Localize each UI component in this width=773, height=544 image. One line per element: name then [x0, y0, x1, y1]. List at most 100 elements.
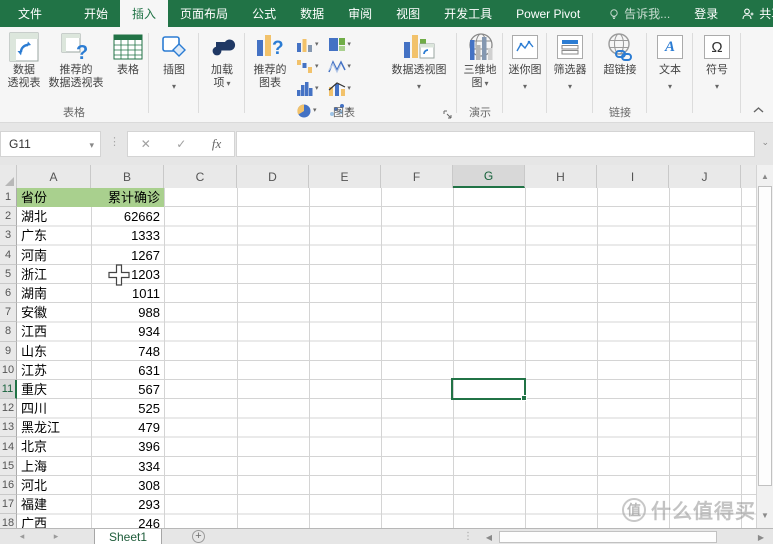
row-header[interactable]: 10: [0, 361, 17, 380]
row-header[interactable]: 15: [0, 457, 17, 476]
cell-a16[interactable]: 河北: [17, 476, 91, 495]
cell-a10[interactable]: 江苏: [17, 361, 91, 380]
collapse-ribbon-button[interactable]: [753, 106, 765, 116]
cell-b6[interactable]: 1011: [91, 284, 164, 303]
sheet-grid[interactable]: 1省份累计确诊 2湖北62662 3广东1333 4河南1267 5浙江1203…: [0, 188, 756, 528]
cell-a4[interactable]: 河南: [17, 246, 91, 265]
row-header[interactable]: 7: [0, 303, 17, 322]
enter-icon[interactable]: [176, 137, 186, 151]
tab-page-layout[interactable]: 页面布局: [168, 0, 240, 27]
row-header[interactable]: 5: [0, 265, 17, 284]
cell-b12[interactable]: 525: [91, 399, 164, 418]
sign-in-button[interactable]: 登录: [682, 0, 730, 27]
cancel-icon[interactable]: [141, 137, 151, 151]
name-box[interactable]: G11: [0, 131, 101, 157]
cell-a8[interactable]: 江西: [17, 322, 91, 341]
cell-a1[interactable]: 省份: [17, 188, 91, 207]
scroll-up-icon[interactable]: [757, 167, 773, 185]
cell-b10[interactable]: 631: [91, 361, 164, 380]
cell-b8[interactable]: 934: [91, 322, 164, 341]
row-header[interactable]: 4: [0, 246, 17, 265]
tab-file[interactable]: 文件: [2, 0, 58, 27]
cell-a12[interactable]: 四川: [17, 399, 91, 418]
scroll-right-icon[interactable]: [753, 531, 769, 544]
column-header-partial[interactable]: [741, 165, 756, 188]
tab-formulas[interactable]: 公式: [240, 0, 288, 27]
new-sheet-button[interactable]: [192, 530, 205, 543]
cell-a15[interactable]: 上海: [17, 457, 91, 476]
fill-handle[interactable]: [521, 395, 527, 401]
cell-b15[interactable]: 334: [91, 457, 164, 476]
pivotchart-button[interactable]: 数据透视图: [384, 30, 454, 92]
cell-b14[interactable]: 396: [91, 437, 164, 456]
insert-line-chart-button[interactable]: [328, 55, 357, 77]
row-header[interactable]: 16: [0, 476, 17, 495]
insert-function-icon[interactable]: [212, 136, 221, 152]
cell-a2[interactable]: 湖北: [17, 207, 91, 226]
recommended-charts-button[interactable]: ? 推荐的 图表: [246, 30, 294, 90]
row-header[interactable]: 12: [0, 399, 17, 418]
hscroll-drag-handle[interactable]: [463, 531, 473, 542]
row-header-selected[interactable]: 11: [0, 380, 17, 399]
column-header-e[interactable]: E: [309, 165, 381, 188]
share-button[interactable]: 共享: [730, 0, 773, 27]
insert-waterfall-chart-button[interactable]: [296, 55, 325, 77]
addins-button[interactable]: 加载 项: [202, 30, 242, 90]
vertical-scroll-thumb[interactable]: [758, 186, 772, 486]
column-header-j[interactable]: J: [669, 165, 741, 188]
tab-data[interactable]: 数据: [288, 0, 336, 27]
select-all-button[interactable]: [0, 165, 17, 188]
row-header[interactable]: 6: [0, 284, 17, 303]
cell-a5[interactable]: 浙江: [17, 265, 91, 284]
cell-b7[interactable]: 988: [91, 303, 164, 322]
tab-home[interactable]: 开始: [72, 0, 120, 27]
column-header-h[interactable]: H: [525, 165, 597, 188]
symbols-button[interactable]: 符号: [698, 30, 736, 92]
tab-power-pivot[interactable]: Power Pivot: [504, 0, 592, 27]
row-header[interactable]: 18: [0, 514, 17, 528]
cell-b9[interactable]: 748: [91, 342, 164, 361]
cell-b4[interactable]: 1267: [91, 246, 164, 265]
slicer-button[interactable]: 筛选器: [550, 30, 590, 92]
row-header[interactable]: 14: [0, 437, 17, 456]
insert-combo-chart-button[interactable]: [328, 77, 357, 99]
hyperlink-button[interactable]: 超链接: [598, 30, 642, 77]
column-header-g[interactable]: G: [453, 165, 525, 188]
insert-hierarchy-chart-button[interactable]: [328, 33, 357, 55]
pivottable-button[interactable]: 数据 透视表: [2, 30, 46, 90]
column-header-i[interactable]: I: [597, 165, 669, 188]
row-header[interactable]: 8: [0, 322, 17, 341]
cell-a6[interactable]: 湖南: [17, 284, 91, 303]
tab-developer[interactable]: 开发工具: [432, 0, 504, 27]
insert-column-chart-button[interactable]: [296, 33, 325, 55]
row-header[interactable]: 9: [0, 342, 17, 361]
map-3d-button[interactable]: 三维地 图: [460, 30, 500, 90]
column-header-f[interactable]: F: [381, 165, 453, 188]
vertical-scrollbar[interactable]: [756, 165, 773, 528]
charts-dialog-launcher[interactable]: [443, 109, 453, 119]
row-header[interactable]: 3: [0, 226, 17, 245]
tab-insert[interactable]: 插入: [120, 0, 168, 27]
row-header[interactable]: 17: [0, 495, 17, 514]
tell-me-box[interactable]: 告诉我...: [596, 0, 682, 27]
column-header-b[interactable]: B: [91, 165, 164, 188]
illustrations-button[interactable]: 插图: [154, 30, 194, 92]
column-header-c[interactable]: C: [164, 165, 237, 188]
cell-b2[interactable]: 62662: [91, 207, 164, 226]
cell-b5[interactable]: 1203: [91, 265, 164, 284]
name-box-caret-icon[interactable]: [89, 137, 100, 151]
column-header-a[interactable]: A: [17, 165, 91, 188]
cell-b3[interactable]: 1333: [91, 226, 164, 245]
row-header[interactable]: 13: [0, 418, 17, 437]
scroll-down-icon[interactable]: [757, 506, 773, 524]
cell-b17[interactable]: 293: [91, 495, 164, 514]
sheet-nav-left-icon[interactable]: [12, 531, 32, 542]
cell-a11[interactable]: 重庆: [17, 380, 91, 399]
cell-a17[interactable]: 福建: [17, 495, 91, 514]
formula-input[interactable]: [236, 131, 755, 157]
cell-a3[interactable]: 广东: [17, 226, 91, 245]
active-cell-selection[interactable]: [451, 378, 526, 400]
sheet-nav-right-icon[interactable]: [46, 531, 66, 542]
cell-b13[interactable]: 479: [91, 418, 164, 437]
sheet-tab-sheet1[interactable]: Sheet1: [94, 529, 162, 544]
